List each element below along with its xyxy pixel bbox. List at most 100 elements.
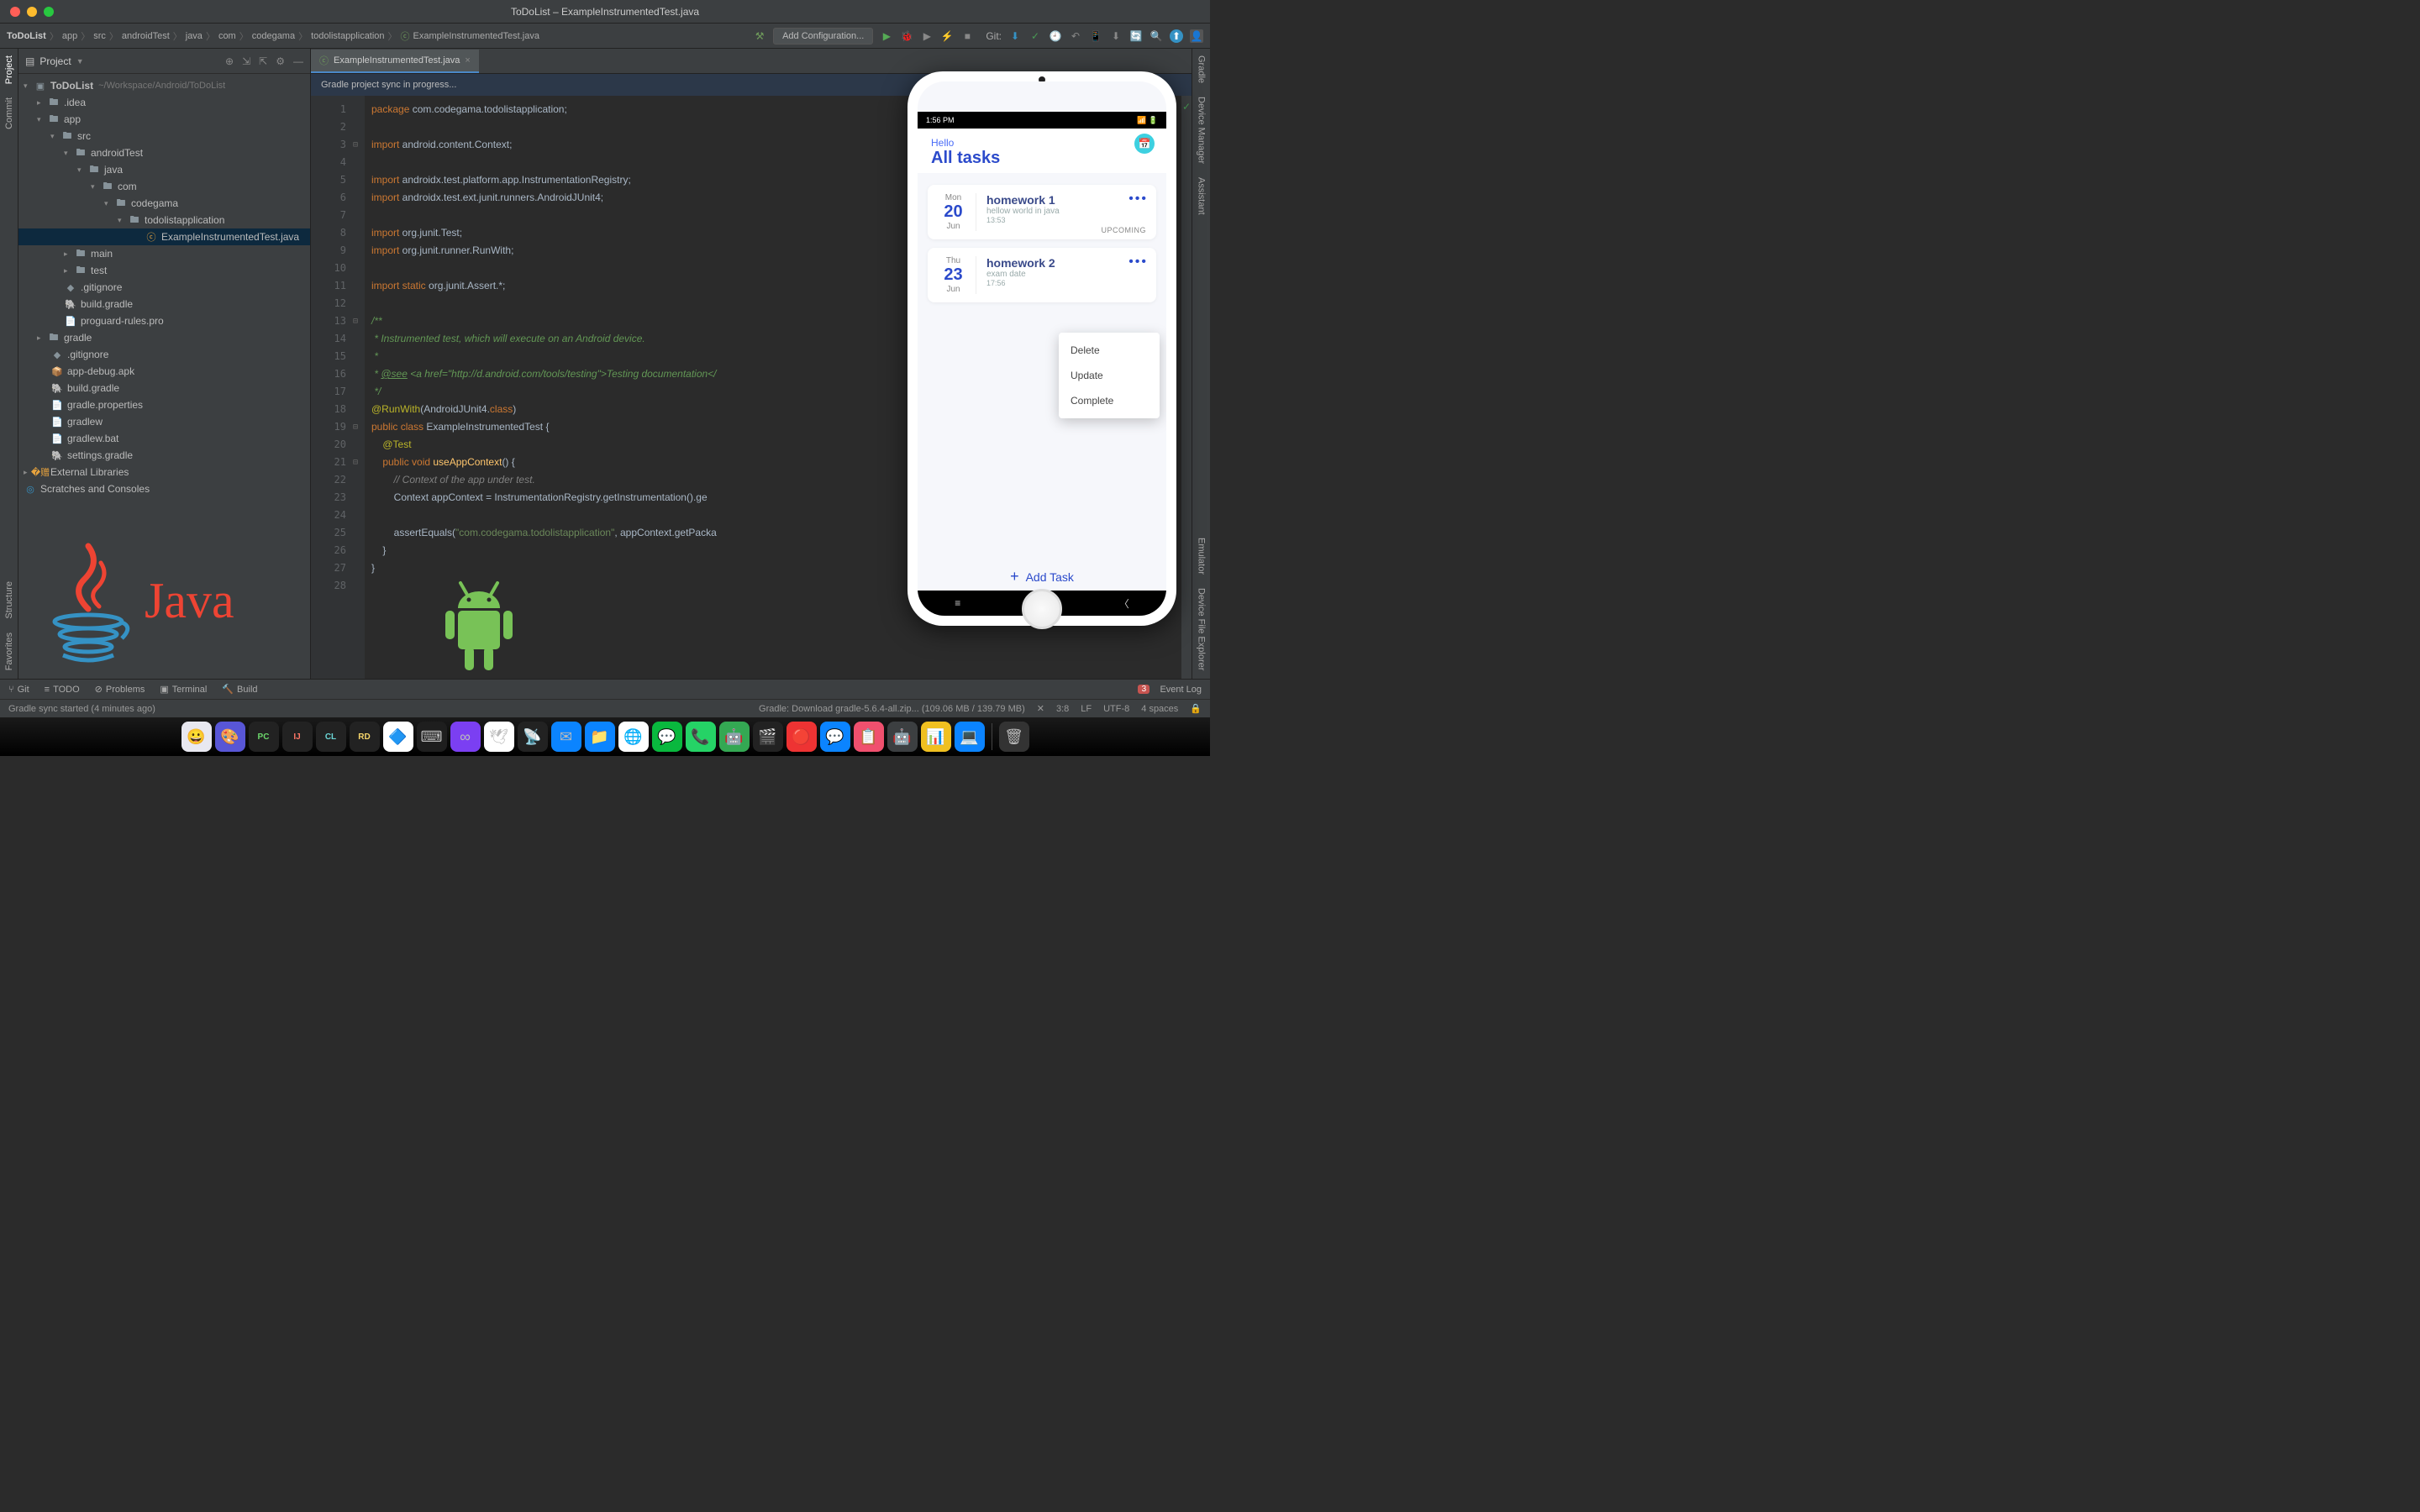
dock-rider-icon[interactable]: RD [350,722,380,752]
git-commit-icon[interactable]: ✓ [1028,29,1042,43]
breadcrumb-item[interactable]: ExampleInstrumentedTest.java [413,31,539,41]
run-config-selector[interactable]: Add Configuration... [773,28,873,45]
expand-icon[interactable]: ⇲ [242,55,250,67]
tool-commit[interactable]: Commit [4,97,14,129]
line-separator[interactable]: LF [1081,704,1092,714]
tree-item[interactable]: build.gradle [67,382,119,394]
breadcrumb-item[interactable]: com [218,31,236,41]
gear-icon[interactable]: ⚙ [276,55,285,67]
stop-icon[interactable]: ■ [960,29,974,43]
tree-item[interactable]: gradle.properties [67,399,143,411]
nav-back-icon[interactable]: 〈 [1119,596,1129,611]
tool-gradle[interactable]: Gradle [1197,55,1207,83]
dock-app-icon[interactable]: 📡 [518,722,548,752]
close-window[interactable] [10,7,20,17]
cursor-position[interactable]: 3:8 [1056,704,1069,714]
task-card[interactable]: Mon 20 Jun homework 1 hellow world in ja… [928,185,1156,239]
git-rollback-icon[interactable]: ↶ [1069,29,1082,43]
editor-tab[interactable]: ⓒ ExampleInstrumentedTest.java × [311,50,479,73]
tree-item[interactable]: .gitignore [67,349,108,360]
breadcrumb-item[interactable]: app [62,31,77,41]
tree-item[interactable]: Scratches and Consoles [40,483,150,495]
minimize-window[interactable] [27,7,37,17]
tree-item[interactable]: codegama [131,197,178,209]
dock-whatsapp-icon[interactable]: 📞 [686,722,716,752]
git-update-icon[interactable]: ⬇ [1008,29,1022,43]
dock-app-icon[interactable]: 💬 [820,722,850,752]
dock-app-icon[interactable]: 📁 [585,722,615,752]
dock-app-icon[interactable]: 📋 [854,722,884,752]
tree-item[interactable]: .gitignore [81,281,122,293]
readonly-lock-icon[interactable]: 🔒 [1190,703,1202,714]
dock-androidstudio-icon[interactable]: 🤖 [887,722,918,752]
avd-icon[interactable]: 📱 [1089,29,1102,43]
tool-build[interactable]: 🔨Build [222,684,257,695]
tool-git[interactable]: ⑂Git [8,685,29,695]
dock-app-icon[interactable]: 🤖 [719,722,750,752]
indent[interactable]: 4 spaces [1141,704,1178,714]
tree-item[interactable]: .idea [64,97,86,108]
breadcrumb-item[interactable]: java [186,31,203,41]
tool-event-log[interactable]: Event Log [1160,685,1202,695]
tree-item[interactable]: settings.gradle [67,449,133,461]
breadcrumb[interactable]: ToDoList〉 app〉 src〉 androidTest〉 java〉 c… [7,29,539,43]
tree-item[interactable]: app [64,113,81,125]
tree-item[interactable]: com [118,181,137,192]
project-view-label[interactable]: Project [39,55,71,67]
dock-pycharm-icon[interactable]: PC [249,722,279,752]
tool-todo[interactable]: ≡TODO [45,685,80,695]
close-tab-icon[interactable]: × [465,55,470,66]
sync-icon[interactable]: 🔄 [1129,29,1143,43]
breadcrumb-item[interactable]: todolistapplication [311,31,384,41]
search-icon[interactable]: 🔍 [1150,29,1163,43]
dock-app-icon[interactable]: 💻 [955,722,985,752]
hide-icon[interactable]: — [293,55,303,67]
tree-item[interactable]: proguard-rules.pro [81,315,164,327]
task-list[interactable]: Mon 20 Jun homework 1 hellow world in ja… [918,173,1166,616]
dock-app-icon[interactable]: 📊 [921,722,951,752]
build-icon[interactable]: ⚒ [753,29,766,43]
fold-gutter[interactable]: ⊟⊟⊟⊟ [353,96,365,679]
tree-item[interactable]: java [104,164,123,176]
tool-file-explorer[interactable]: Device File Explorer [1197,588,1207,670]
tool-terminal[interactable]: ▣Terminal [160,684,207,695]
coverage-icon[interactable]: ▶ [920,29,934,43]
profile-icon[interactable]: ⚡ [940,29,954,43]
dock-app-icon[interactable]: 🕊 [484,722,514,752]
task-menu-icon[interactable]: ••• [1128,255,1148,270]
dock-wechat-icon[interactable]: 💬 [652,722,682,752]
menu-update[interactable]: Update [1059,363,1160,388]
nav-menu-icon[interactable]: ≡ [955,597,960,609]
dock-app-icon[interactable]: 🔷 [383,722,413,752]
tree-item[interactable]: build.gradle [81,298,133,310]
menu-complete[interactable]: Complete [1059,388,1160,413]
tool-device-manager[interactable]: Device Manager [1197,97,1207,164]
dock-app-icon[interactable]: ✉ [551,722,581,752]
dock-app-icon[interactable]: 🎨 [215,722,245,752]
task-menu-icon[interactable]: ••• [1128,192,1148,207]
tree-item[interactable]: main [91,248,113,260]
collapse-icon[interactable]: ⇱ [259,55,267,67]
sdk-icon[interactable]: ⬇ [1109,29,1123,43]
tree-item-selected[interactable]: ExampleInstrumentedTest.java [161,231,299,243]
dock-clion-icon[interactable]: CL [316,722,346,752]
dock-finder-icon[interactable]: 😀 [182,722,212,752]
breadcrumb-item[interactable]: src [93,31,106,41]
tool-favorites[interactable]: Favorites [4,633,14,670]
dock-terminal-icon[interactable]: ⌨ [417,722,447,752]
git-history-icon[interactable]: 🕘 [1049,29,1062,43]
tree-item[interactable]: src [77,130,91,142]
menu-delete[interactable]: Delete [1059,338,1160,363]
tree-item[interactable]: gradle [64,332,92,344]
tree-item[interactable]: External Libraries [50,466,129,478]
breadcrumb-item[interactable]: codegama [252,31,295,41]
avatar[interactable]: 👤 [1190,29,1203,43]
dock-vs-icon[interactable]: ∞ [450,722,481,752]
dock-trash-icon[interactable]: 🗑 [999,722,1029,752]
breadcrumb-item[interactable]: androidTest [122,31,170,41]
run-icon[interactable]: ▶ [880,29,893,43]
add-task-button[interactable]: +Add Task [1010,568,1074,585]
breadcrumb-item[interactable]: ToDoList [7,31,46,41]
progress-cancel-icon[interactable]: ✕ [1037,703,1044,714]
tool-assistant[interactable]: Assistant [1197,177,1207,215]
